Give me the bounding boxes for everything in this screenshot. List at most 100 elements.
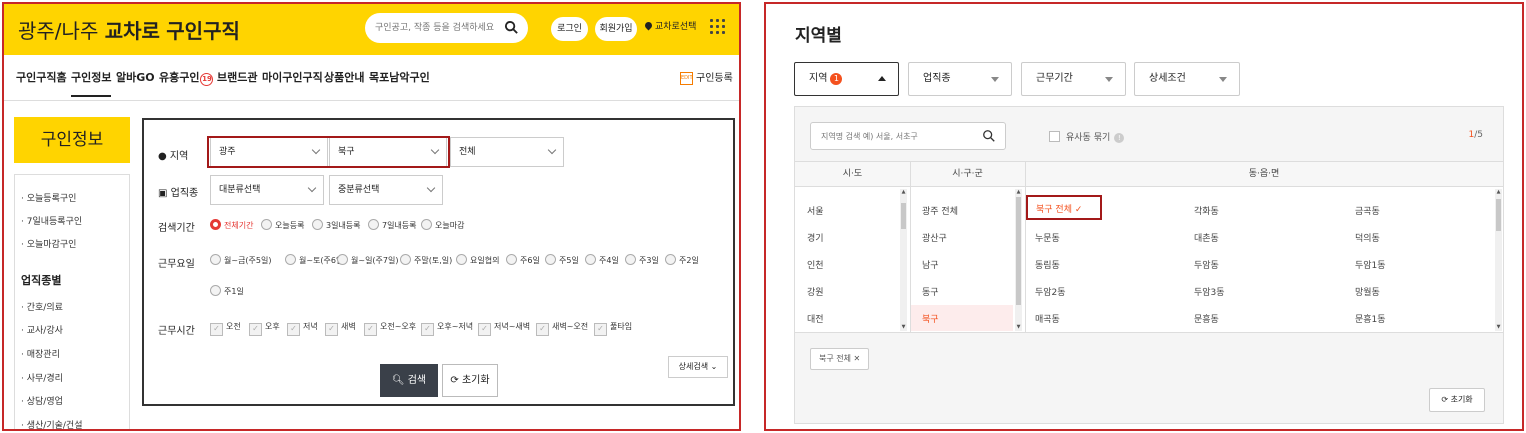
dong-item[interactable]: 두암동 bbox=[1194, 258, 1219, 271]
dong-item[interactable]: 대촌동 bbox=[1194, 231, 1219, 244]
filter-period[interactable]: 근무기간 bbox=[1021, 62, 1126, 96]
sigungu-item[interactable]: 동구 bbox=[922, 285, 939, 298]
nav-brand[interactable]: 브랜드관 bbox=[217, 69, 257, 85]
period-radio[interactable]: 7일내등록 bbox=[368, 219, 417, 231]
days-radio[interactable]: 주3일 bbox=[625, 254, 659, 266]
days-radio[interactable]: 요일협의 bbox=[456, 254, 499, 266]
sigungu-item[interactable]: 광주 전체 bbox=[922, 204, 958, 217]
dong-item[interactable]: 망월동 bbox=[1355, 285, 1380, 298]
days-radio[interactable]: 주1일 bbox=[210, 285, 244, 297]
sido-item[interactable]: 강원 bbox=[807, 285, 824, 298]
time-checkbox[interactable]: 새벽~오전 bbox=[536, 321, 588, 336]
sido-scrollbar[interactable]: ▲ ▼ bbox=[900, 189, 907, 331]
sido-item[interactable]: 인천 bbox=[807, 258, 824, 271]
time-checkbox[interactable]: 새벽 bbox=[325, 321, 356, 336]
sido-item[interactable]: 서울 bbox=[807, 204, 824, 217]
region-dong-select[interactable]: 전체 bbox=[450, 137, 564, 167]
nav-job-info[interactable]: 구인정보 bbox=[71, 69, 112, 97]
region-search-input[interactable] bbox=[821, 128, 981, 144]
dong-item[interactable]: 두암1동 bbox=[1355, 258, 1386, 271]
nav-adult-jobs[interactable]: 유흥구인 19 bbox=[159, 69, 214, 86]
sigungu-item[interactable]: 광산구 bbox=[922, 231, 947, 244]
region-reset-button[interactable]: ⟳ 초기화 bbox=[1429, 388, 1485, 412]
sidebar-item-7days[interactable]: · 7일내등록구인 bbox=[21, 214, 82, 227]
job-major-select[interactable]: 대분류선택 bbox=[210, 175, 324, 205]
nav-products[interactable]: 상품안내 bbox=[324, 69, 364, 85]
days-radio[interactable]: 주5일 bbox=[545, 254, 579, 266]
sidebar-category[interactable]: · 간호/의료 bbox=[21, 300, 63, 313]
dong-selected-highlight[interactable]: 북구 전체 ✓ bbox=[1026, 195, 1102, 220]
sigungu-item-selected[interactable]: 북구 bbox=[922, 312, 939, 325]
register-job-link[interactable]: EDIT 구인등록 bbox=[680, 69, 733, 85]
time-checkbox[interactable]: 저녁 bbox=[287, 321, 318, 336]
dong-item[interactable]: 금곡동 bbox=[1355, 204, 1380, 217]
dong-item[interactable]: 매곡동 bbox=[1035, 312, 1060, 325]
nav-my[interactable]: 마이구인구직 bbox=[262, 69, 323, 85]
header-search-input[interactable] bbox=[375, 19, 503, 37]
sidebar-item-closing[interactable]: · 오늘마감구인 bbox=[21, 237, 76, 250]
period-radio[interactable]: 전체기간 bbox=[210, 219, 253, 231]
time-checkbox[interactable]: 오전 bbox=[210, 321, 241, 336]
apps-grid-icon[interactable] bbox=[710, 19, 725, 34]
dong-item[interactable]: 두암3동 bbox=[1194, 285, 1225, 298]
days-radio[interactable]: 주4일 bbox=[585, 254, 619, 266]
scroll-thumb[interactable] bbox=[1496, 199, 1501, 231]
scroll-down-icon[interactable]: ▼ bbox=[1015, 324, 1022, 331]
filter-region[interactable]: 지역 1 bbox=[794, 62, 899, 96]
sido-item[interactable]: 경기 bbox=[807, 231, 824, 244]
scroll-thumb[interactable] bbox=[901, 203, 906, 229]
days-radio[interactable]: 월~일(주7일) bbox=[337, 254, 398, 266]
time-checkbox[interactable]: 풀타임 bbox=[594, 321, 632, 336]
reset-button[interactable]: ⟳ 초기화 bbox=[442, 364, 498, 397]
scroll-thumb[interactable] bbox=[1016, 197, 1021, 305]
dong-item[interactable]: 문흥1동 bbox=[1355, 312, 1386, 325]
nav-mokpo[interactable]: 목포남악구인 bbox=[369, 69, 430, 85]
sidebar-category[interactable]: · 생산/기술/건설 bbox=[21, 418, 82, 429]
search-button[interactable]: 🔍︎ 검색 bbox=[380, 364, 438, 397]
join-button[interactable]: 회원가입 bbox=[595, 17, 637, 41]
job-minor-select[interactable]: 중분류선택 bbox=[329, 175, 443, 205]
filter-job[interactable]: 업직종 bbox=[908, 62, 1012, 96]
days-radio[interactable]: 주말(토,일) bbox=[400, 254, 452, 266]
time-checkbox[interactable]: 오후 bbox=[249, 321, 280, 336]
period-radio[interactable]: 3일내등록 bbox=[312, 219, 361, 231]
sidebar-item-today[interactable]: · 오늘등록구인 bbox=[21, 191, 76, 204]
filter-detail[interactable]: 상세조건 bbox=[1134, 62, 1240, 96]
search-icon[interactable] bbox=[982, 129, 996, 143]
sidebar-category[interactable]: · 교사/강사 bbox=[21, 323, 63, 336]
sido-item[interactable]: 대전 bbox=[807, 312, 824, 325]
scroll-up-icon[interactable]: ▲ bbox=[1015, 189, 1022, 196]
similar-dong-checkbox[interactable]: 유사동 묶기! bbox=[1049, 130, 1125, 143]
scroll-up-icon[interactable]: ▲ bbox=[1495, 189, 1502, 196]
sidebar-category[interactable]: · 상담/영업 bbox=[21, 394, 63, 407]
period-radio[interactable]: 오늘등록 bbox=[261, 219, 304, 231]
days-radio[interactable]: 주6일 bbox=[506, 254, 540, 266]
selected-region-tag[interactable]: 북구 전체 ✕ bbox=[810, 348, 870, 370]
advanced-search-button[interactable]: 상세검색 ⌄ bbox=[668, 356, 728, 378]
login-button[interactable]: 로그인 bbox=[551, 17, 588, 41]
days-radio[interactable]: 월~금(주5일) bbox=[210, 254, 271, 266]
days-radio[interactable]: 주2일 bbox=[665, 254, 699, 266]
search-icon[interactable] bbox=[504, 20, 519, 35]
time-checkbox[interactable]: 오전~오후 bbox=[364, 321, 416, 336]
nav-home[interactable]: 구인구직홈 bbox=[16, 69, 67, 85]
sidebar-category[interactable]: · 매장관리 bbox=[21, 347, 60, 360]
time-checkbox[interactable]: 오후~저녁 bbox=[421, 321, 473, 336]
dong-item[interactable]: 덕의동 bbox=[1355, 231, 1380, 244]
dong-item[interactable]: 누문동 bbox=[1035, 231, 1060, 244]
scroll-down-icon[interactable]: ▼ bbox=[1495, 324, 1502, 331]
brand-logo[interactable]: 광주/나주 교차로 구인구직 bbox=[18, 15, 240, 44]
dong-scrollbar[interactable]: ▲ ▼ bbox=[1495, 189, 1502, 331]
time-checkbox[interactable]: 저녁~새벽 bbox=[478, 321, 530, 336]
route-select[interactable]: 교차로선택 bbox=[643, 19, 696, 32]
period-radio[interactable]: 오늘마감 bbox=[421, 219, 464, 231]
nav-alba-go[interactable]: 알바GO bbox=[116, 69, 155, 85]
dong-item[interactable]: 두암2동 bbox=[1035, 285, 1066, 298]
sigungu-item[interactable]: 남구 bbox=[922, 258, 939, 271]
scroll-down-icon[interactable]: ▼ bbox=[900, 324, 907, 331]
dong-item[interactable]: 동림동 bbox=[1035, 258, 1060, 271]
sigungu-scrollbar[interactable]: ▲ ▼ bbox=[1015, 189, 1022, 331]
sidebar-category[interactable]: · 사무/경리 bbox=[21, 371, 63, 384]
dong-item[interactable]: 문흥동 bbox=[1194, 312, 1219, 325]
dong-item[interactable]: 각화동 bbox=[1194, 204, 1219, 217]
